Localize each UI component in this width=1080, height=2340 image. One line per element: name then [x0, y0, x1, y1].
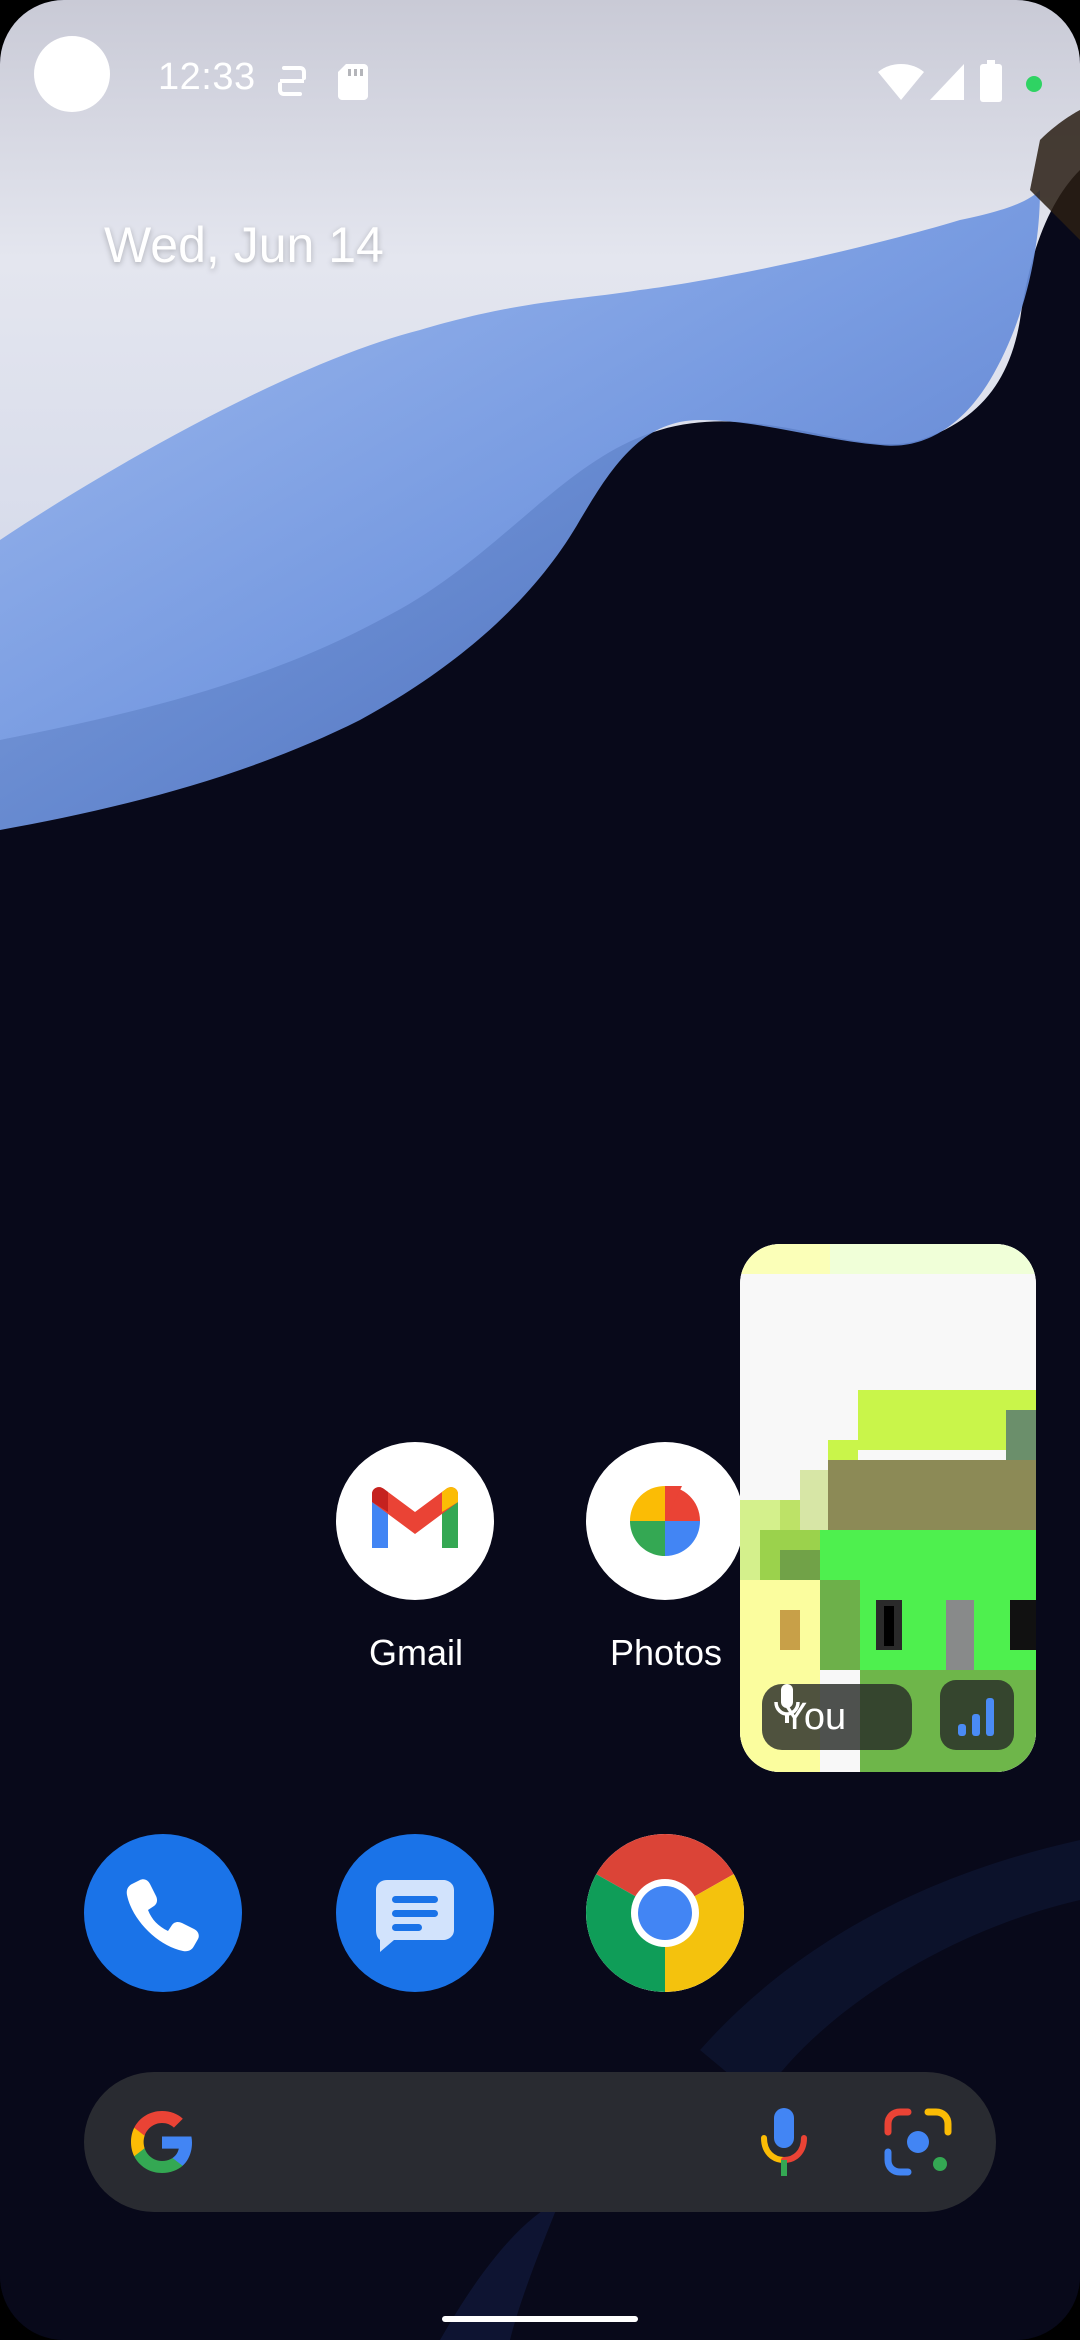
app-label-gmail: Gmail	[368, 1632, 463, 1673]
status-bar: 12:33	[0, 0, 1080, 150]
pip-video-call-window[interactable]: You	[740, 1244, 1036, 1772]
google-g-icon	[131, 2111, 192, 2173]
cell-signal-icon	[930, 64, 964, 100]
status-time: 12:33	[158, 56, 256, 98]
battery-icon	[980, 60, 1002, 102]
messages-icon	[336, 1834, 494, 1992]
photos-icon	[586, 1442, 744, 1600]
dock-messages[interactable]	[336, 1834, 496, 1992]
phone-icon	[84, 1834, 242, 1992]
lens-icon[interactable]	[882, 2106, 954, 2178]
app-gmail[interactable]: Gmail	[336, 1442, 496, 1674]
gmail-icon	[336, 1442, 494, 1600]
dock-chrome[interactable]	[586, 1834, 746, 1992]
privacy-indicator-dot	[1026, 76, 1042, 92]
google-search-bar[interactable]	[84, 2072, 996, 2212]
chrome-icon	[586, 1834, 744, 1992]
app-label-photos: Photos	[609, 1632, 723, 1673]
date-widget[interactable]: Wed, Jun 14	[104, 216, 384, 274]
phone-screen: 12:33 Wed, Jun 14 Gmail Photos You	[0, 0, 1080, 2340]
app-photos[interactable]: Photos	[586, 1442, 746, 1674]
wifi-icon	[878, 64, 924, 100]
network-quality-indicator	[940, 1680, 1014, 1750]
signal-bars-icon	[958, 1698, 994, 1736]
voice-search-icon[interactable]	[756, 2106, 812, 2178]
pip-participant-chip: You	[762, 1684, 912, 1750]
gesture-nav-handle[interactable]	[442, 2316, 638, 2322]
sd-card-icon	[338, 64, 368, 100]
mic-icon	[774, 1684, 800, 1723]
dock-phone[interactable]	[84, 1834, 244, 1992]
data-saver-icon	[278, 66, 306, 96]
camera-cutout	[34, 36, 110, 112]
